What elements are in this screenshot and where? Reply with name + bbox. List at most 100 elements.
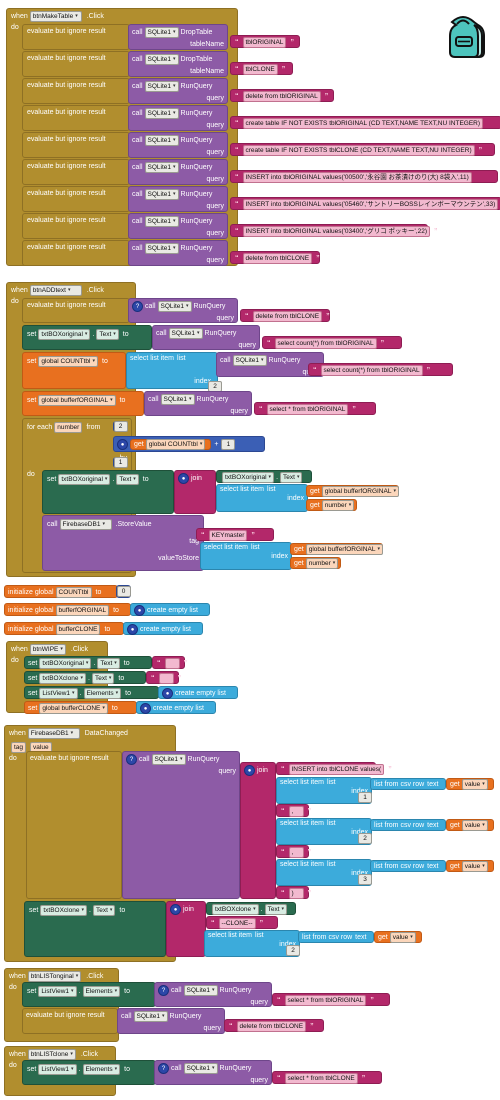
number-block-index-2[interactable]: 2 [358,833,372,844]
property-dropdown[interactable]: Elements ▾ [82,1064,121,1075]
mutator-icon[interactable]: ● [244,765,255,776]
setter-block-txtBOXoriginal-loop[interactable]: set txtBOXoriginal ▾ . Text ▾ to [42,470,174,514]
text-block[interactable]: “ select count(*) from tblORIGINAL ” [262,336,402,349]
mutator-icon[interactable]: ● [117,439,128,450]
evaluate-block[interactable]: evaluate but ignore result [22,78,130,104]
text-block[interactable]: “ delete from tblCLONE ” [224,1019,324,1032]
property-dropdown[interactable]: Text ▾ [92,905,116,916]
call-block-runquery[interactable]: call SQLite1▾ RunQuery query [144,391,252,416]
text-value[interactable]: KEYmaster [208,530,248,541]
component-dropdown[interactable]: SQLite1 ▾ [144,162,179,173]
text-value[interactable]: INSERT into tblORIGINAL values('05460','… [242,199,499,210]
text-value[interactable]: create table IF NOT EXISTS tblORIGINAL (… [242,118,484,129]
get-block-value[interactable]: get value ▾ [446,778,494,790]
event-component-dropdown[interactable]: btnWIPE ▾ [29,644,66,655]
text-value[interactable]: delete from tblORIGINAL [242,91,321,102]
text-value[interactable]: , [288,806,304,817]
text-block[interactable]: “ select * from tblORIGINAL ” [254,402,376,415]
component-dropdown[interactable]: txtBOXclone ▾ [39,673,86,684]
evaluate-block[interactable]: evaluate but ignore result [22,105,130,131]
setter-block-wipe-3[interactable]: set ListView1 ▾ . Elements ▾ to [24,686,159,699]
setter-block-listview-clone[interactable]: set ListView1 ▾ . Elements ▾ to [22,1060,156,1085]
global-dropdown[interactable]: global bufferfORGINAL ▾ [305,543,383,555]
component-dropdown[interactable]: txtBOXclone ▾ [212,904,259,915]
setter-block-global-buffer[interactable]: set global bufferfORGINAL ▾ to [22,391,144,416]
mutator-icon[interactable]: ? [158,985,169,996]
text-block-tag[interactable]: “ KEYmaster ” [196,528,274,541]
number-value[interactable]: 0 [116,586,131,597]
evaluate-block[interactable]: evaluate but ignore result [22,186,130,212]
number-value[interactable]: 3 [358,874,372,885]
mutator-icon[interactable]: ● [178,473,189,484]
property-dropdown[interactable]: Text ▾ [116,474,139,485]
property-dropdown[interactable]: Text ▾ [97,658,120,669]
number-value[interactable]: 1 [358,792,372,803]
text-block-insert-prefix[interactable]: “ INSERT into tblCLONE values( ” [276,762,392,775]
setter-block-wipe-2[interactable]: set txtBOXclone ▾ . Text ▾ to [24,671,146,684]
event-component-dropdown[interactable]: FirebaseDB1 ▾ [27,728,80,739]
call-block-runquery-4[interactable]: call SQLite1 ▾ RunQuery query [128,159,228,185]
value-dropdown[interactable]: value ▾ [461,860,488,872]
setter-block-global-counttbl[interactable]: set global COUNTtbl ▾ to [22,352,126,389]
select-list-item-block[interactable]: select list item list index [126,352,218,389]
text-value[interactable]: --CLONE-- [218,918,256,929]
number-value[interactable]: 2 [286,945,300,956]
call-block-runquery-2[interactable]: call SQLite1 ▾ RunQuery query [128,105,228,131]
global-name-field[interactable]: bufferCLONE [55,624,101,635]
event-component-dropdown[interactable]: btnADDtext ▾ [29,285,82,296]
evaluate-block[interactable]: evaluate but ignore result [22,240,130,266]
component-dropdown[interactable]: SQLite1 ▾ [144,243,179,254]
text-block-empty[interactable]: “ ” [152,656,187,669]
call-block-droptable-2[interactable]: call SQLite1 ▾ DropTable tableName [128,51,228,77]
number-block-loop-from[interactable]: 2 [113,421,128,432]
call-block-runquery-datachanged[interactable]: ? call SQLite1 ▾ RunQuery query [122,751,240,899]
component-dropdown[interactable]: ListView1 ▾ [38,1064,77,1075]
mutator-icon[interactable]: ? [132,301,143,312]
text-value[interactable]: select * from tblORIGINAL [284,995,367,1006]
component-dropdown[interactable]: txtBOXoriginal ▾ [222,472,275,483]
component-dropdown[interactable]: SQLite1 ▾ [144,108,179,119]
component-dropdown[interactable]: SQLite1 ▾ [133,1011,168,1022]
text-block[interactable]: “ select * from tblCLONE ” [272,1071,382,1084]
join-block[interactable]: ● join [174,470,216,514]
text-block[interactable]: “ INSERT into tblORIGINAL values('05460'… [230,197,500,210]
evaluate-block[interactable]: evaluate but ignore result [22,298,130,323]
text-value[interactable]: delete from tblCLONE [252,311,323,322]
text-block[interactable]: “ delete from tblCLONE ” [230,251,320,264]
component-dropdown[interactable]: SQLite1 ▾ [144,54,179,65]
component-dropdown[interactable]: txtBOXoriginal ▾ [58,474,111,485]
global-dropdown[interactable]: global bufferCLONE ▾ [39,703,108,714]
setter-block-txtBOXclone[interactable]: set txtBOXclone ▾ . Text ▾ to [24,901,166,957]
number-value[interactable]: 1 [221,439,236,450]
call-block-storevalue[interactable]: call FirebaseDB1 ▾ .StoreValue tag valueT… [42,515,204,571]
component-dropdown[interactable]: SQLite1 ▾ [144,189,179,200]
get-block-number[interactable]: get number ▾ [290,557,341,569]
text-block[interactable]: “ delete from tblCLONE ” [240,309,330,322]
global-name-field[interactable]: bufferfORGINAL [55,605,110,616]
number-block-index-3[interactable]: 3 [358,874,372,885]
evaluate-block[interactable]: evaluate but ignore result [26,751,122,899]
global-dropdown[interactable]: global bufferfORGINAL ▾ [321,485,399,497]
text-value[interactable] [164,658,180,669]
component-dropdown[interactable]: SQLite1 ▾ [168,328,203,339]
component-dropdown[interactable]: SQLite1 ▾ [183,985,218,996]
global-init-bufferclone[interactable]: initialize global bufferCLONE to [4,622,124,635]
global-init-bufferforginal[interactable]: initialize global bufferfORGINAL to [4,603,131,616]
join-block-clone[interactable]: ● join [166,901,206,957]
call-block-runquery[interactable]: ? call SQLite1 ▾ RunQuery query [154,1060,272,1085]
property-dropdown[interactable]: Elements ▾ [82,986,121,997]
text-value[interactable]: tblCLONE [242,64,278,75]
mutator-icon[interactable]: ● [170,904,181,915]
list-from-csv-row-block[interactable]: list from csv row text [370,819,446,831]
evaluate-block[interactable]: evaluate but ignore result [22,159,130,185]
event-component-dropdown[interactable]: btnLISTclone ▾ [27,1049,76,1060]
number-value[interactable]: 1 [113,457,128,468]
get-block-number[interactable]: get number ▾ [306,499,357,511]
math-add-block[interactable]: ● get global COUNTtbl ▾ + 1 [113,436,265,452]
evaluate-block[interactable]: evaluate but ignore result [22,132,130,158]
text-block[interactable]: “ select * from tblORIGINAL ” [272,993,390,1006]
loop-var-dropdown[interactable]: number ▾ [321,499,355,511]
number-block-index-clone[interactable]: 2 [286,945,300,956]
event-component-dropdown[interactable]: btnMakeTable ▾ [29,11,82,22]
text-value[interactable]: select * from tblORIGINAL [266,404,349,415]
